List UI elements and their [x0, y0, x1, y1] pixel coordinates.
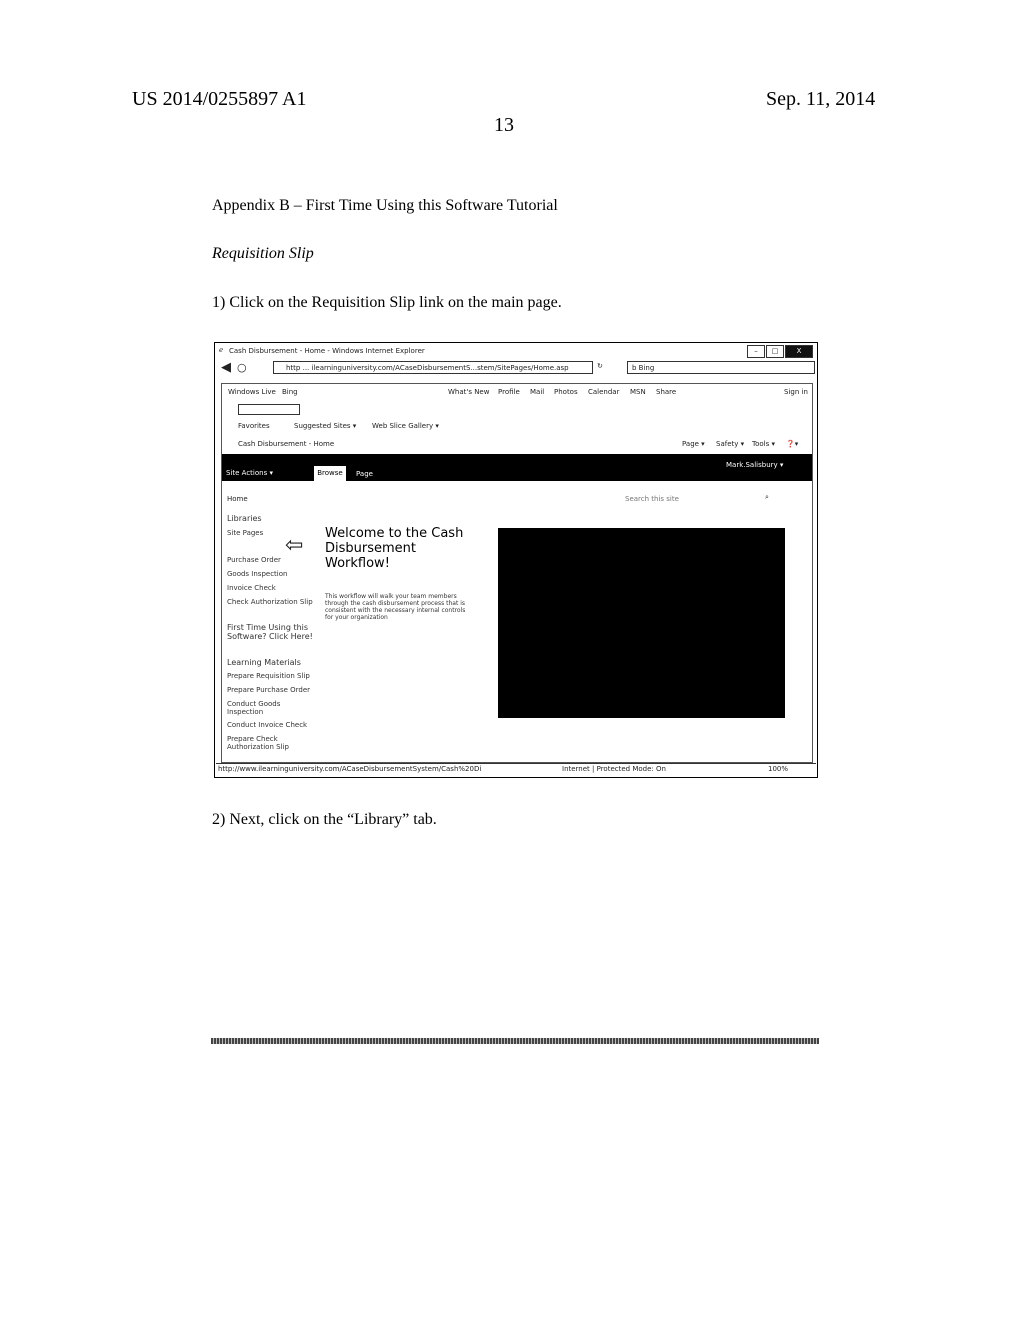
status-zone: Internet | Protected Mode: On: [562, 765, 666, 773]
nav-conduct-goods-inspection[interactable]: Conduct Goods Inspection: [227, 700, 297, 716]
section-title: Requisition Slip: [212, 245, 314, 262]
status-bar: http://www.ilearninguniversity.com/ACase…: [216, 763, 816, 776]
nav-site-pages[interactable]: Site Pages: [227, 529, 263, 537]
bing-icon: b: [632, 364, 639, 372]
nav-first-time[interactable]: First Time Using this Software? Click He…: [227, 623, 317, 641]
nav-learning-materials[interactable]: Learning Materials: [227, 658, 301, 667]
live-link-whats-new[interactable]: What's New: [448, 388, 489, 396]
sign-in-link[interactable]: Sign in: [784, 388, 808, 396]
live-link-photos[interactable]: Photos: [554, 388, 578, 396]
arrow-pointer-icon: ⇦: [285, 533, 304, 558]
nav-prepare-check-authorization-slip[interactable]: Prepare Check Authorization Slip: [227, 735, 297, 751]
header-page-number: 13: [494, 114, 514, 136]
page-rule: [211, 1038, 819, 1044]
live-link-share[interactable]: Share: [656, 388, 676, 396]
live-link-msn[interactable]: MSN: [630, 388, 646, 396]
browser-screenshot: ℯ Cash Disbursement - Home - Windows Int…: [214, 342, 818, 778]
nav-goods-inspection[interactable]: Goods Inspection: [227, 570, 287, 578]
user-menu[interactable]: Mark.Salisbury ▾: [726, 461, 783, 469]
window-title: Cash Disbursement - Home - Windows Inter…: [229, 347, 425, 355]
web-slice-gallery-link[interactable]: Web Slice Gallery ▾: [372, 422, 439, 430]
nav-conduct-invoice-check[interactable]: Conduct Invoice Check: [227, 721, 307, 729]
address-bar[interactable]: http ... ilearninguniversity.com/ACaseDi…: [273, 361, 593, 374]
zoom-level[interactable]: 100%: [768, 764, 788, 775]
step-1-text: 1) Click on the Requisition Slip link on…: [212, 294, 562, 311]
minimize-button[interactable]: –: [747, 345, 765, 358]
live-link-profile[interactable]: Profile: [498, 388, 520, 396]
tab-browse[interactable]: Browse: [314, 466, 346, 481]
nav-libraries[interactable]: Libraries: [227, 514, 262, 523]
sharepoint-ribbon: Site Actions ▾ Browse Page Mark.Salisbur…: [222, 454, 812, 481]
maximize-button[interactable]: □: [766, 345, 784, 358]
step-2-text: 2) Next, click on the “Library” tab.: [212, 811, 437, 828]
back-button[interactable]: ◀: [221, 360, 231, 375]
search-input[interactable]: b Bing: [627, 361, 815, 374]
live-link-mail[interactable]: Mail: [530, 388, 544, 396]
appendix-title: Appendix B – First Time Using this Softw…: [212, 197, 558, 214]
command-safety[interactable]: Safety ▾: [716, 440, 744, 448]
nav-prepare-requisition-slip[interactable]: Prepare Requisition Slip: [227, 672, 310, 680]
header-publication-number: US 2014/0255897 A1: [132, 88, 307, 110]
ie-logo-icon: ℯ: [219, 346, 224, 354]
nav-check-authorization-slip[interactable]: Check Authorization Slip: [227, 598, 313, 606]
close-button[interactable]: X: [785, 345, 813, 358]
favorites-button[interactable]: Favorites: [238, 422, 270, 430]
windows-live-link[interactable]: Windows Live: [228, 388, 276, 396]
header-date: Sep. 11, 2014: [766, 88, 876, 110]
site-actions-menu[interactable]: Site Actions ▾: [226, 469, 273, 477]
forward-button[interactable]: ○: [237, 361, 247, 374]
bing-link[interactable]: Bing: [282, 388, 298, 396]
command-tools[interactable]: Tools ▾: [752, 440, 775, 448]
welcome-heading: Welcome to the Cash Disbursement Workflo…: [325, 526, 464, 571]
site-search-input[interactable]: Search this site: [625, 495, 679, 503]
search-placeholder: Bing: [638, 364, 655, 372]
command-page[interactable]: Page ▾: [682, 440, 705, 448]
suggested-sites-link[interactable]: Suggested Sites ▾: [294, 422, 356, 430]
help-icon[interactable]: ❓▾: [786, 440, 798, 448]
refresh-icon[interactable]: ↻: [597, 362, 603, 370]
tab-page[interactable]: Page: [356, 470, 373, 478]
breadcrumb[interactable]: Home: [227, 495, 248, 503]
live-search-box[interactable]: [238, 404, 300, 415]
live-link-calendar[interactable]: Calendar: [588, 388, 619, 396]
search-icon[interactable]: ⌕: [765, 493, 769, 502]
nav-purchase-order[interactable]: Purchase Order: [227, 556, 281, 564]
welcome-description: This workflow will walk your team member…: [325, 593, 466, 621]
browser-tab[interactable]: Cash Disbursement - Home: [238, 440, 334, 448]
nav-prepare-purchase-order[interactable]: Prepare Purchase Order: [227, 686, 310, 694]
status-url: http://www.ilearninguniversity.com/ACase…: [218, 765, 482, 773]
nav-invoice-check[interactable]: Invoice Check: [227, 584, 276, 592]
team-photo: [498, 528, 785, 718]
